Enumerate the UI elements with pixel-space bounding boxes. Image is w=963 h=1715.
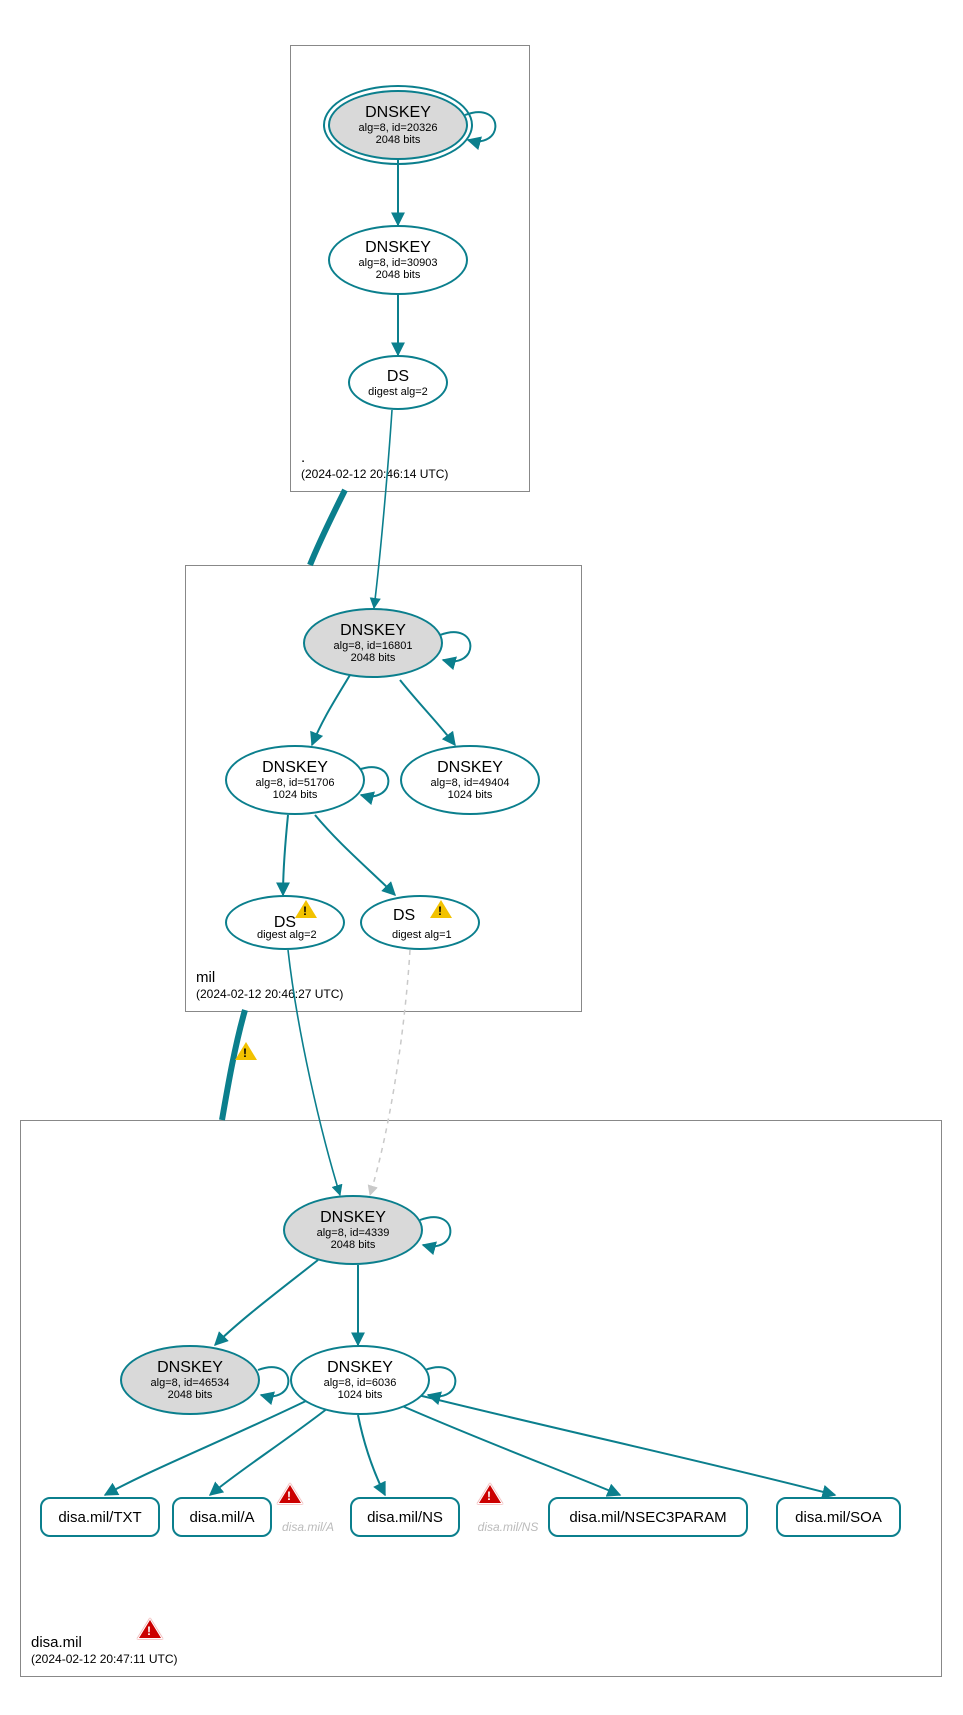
rr-disa-soa: disa.mil/SOA	[776, 1497, 901, 1537]
dnskey-mil-ksk: DNSKEY alg=8, id=16801 2048 bits	[303, 608, 443, 678]
ds-mil-alg1	[360, 895, 480, 950]
zone-mil-label: mil (2024-02-12 20:46:27 UTC)	[196, 968, 343, 1003]
dnskey-mil-51706: DNSKEY alg=8, id=51706 1024 bits	[225, 745, 365, 815]
ghost-disa-ns: disa.mil/NS	[468, 1520, 548, 1534]
zone-root-label: . (2024-02-12 20:46:14 UTC)	[301, 448, 448, 483]
ds-mil-alg2-sub: digest alg=2	[257, 929, 317, 941]
rr-disa-txt: disa.mil/TXT	[40, 1497, 160, 1537]
rr-disa-a: disa.mil/A	[172, 1497, 272, 1537]
rr-disa-nsec3param: disa.mil/NSEC3PARAM	[548, 1497, 748, 1537]
ds-mil-alg1-title: DS	[393, 907, 415, 925]
dnskey-root-zsk: DNSKEY alg=8, id=30903 2048 bits	[328, 225, 468, 295]
ds-root: DS digest alg=2	[348, 355, 448, 410]
dnssec-diagram: { "zones": { "root": { "name": ".", "tim…	[0, 0, 963, 1715]
ds-mil-alg2: DS	[225, 895, 345, 950]
ds-mil-alg1-sub: digest alg=1	[392, 929, 452, 941]
ghost-disa-a: disa.mil/A	[268, 1520, 348, 1534]
dnskey-disa-ksk: DNSKEY alg=8, id=4339 2048 bits	[283, 1195, 423, 1265]
dnskey-disa-46534: DNSKEY alg=8, id=46534 2048 bits	[120, 1345, 260, 1415]
rr-disa-ns: disa.mil/NS	[350, 1497, 460, 1537]
dnskey-disa-zsk: DNSKEY alg=8, id=6036 1024 bits	[290, 1345, 430, 1415]
dnskey-mil-49404: DNSKEY alg=8, id=49404 1024 bits	[400, 745, 540, 815]
dnskey-root-ksk: DNSKEY alg=8, id=20326 2048 bits	[328, 90, 468, 160]
